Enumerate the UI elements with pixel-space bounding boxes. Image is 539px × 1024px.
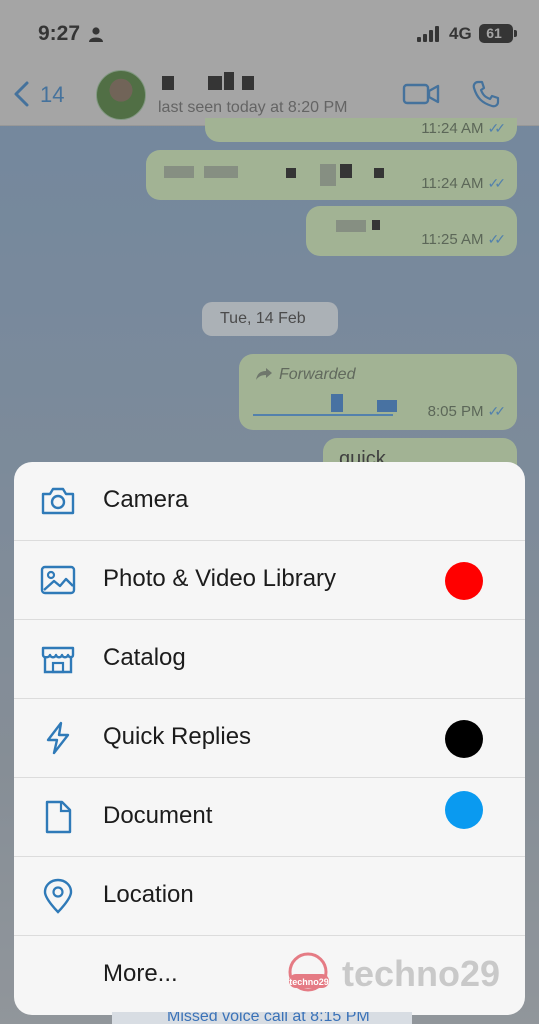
- menu-item-document[interactable]: Document: [14, 778, 525, 857]
- annotation-dot: [445, 562, 483, 600]
- missed-call-notice: Missed voice call at 8:15 PM: [112, 1012, 412, 1024]
- catalog-store-icon: [41, 646, 75, 674]
- watermark-logo: techno29: [288, 952, 329, 992]
- menu-item-catalog[interactable]: Catalog: [14, 620, 525, 699]
- menu-item-camera[interactable]: Camera: [14, 462, 525, 541]
- attachment-menu-sheet: Camera Photo & Video Library Catalog Qui…: [14, 462, 525, 1015]
- annotation-dot: [445, 791, 483, 829]
- watermark-text: techno29: [342, 953, 501, 994]
- svg-text:techno29: techno29: [289, 977, 329, 987]
- menu-item-photo-video-library[interactable]: Photo & Video Library: [14, 541, 525, 620]
- menu-item-label: Photo & Video Library: [103, 565, 337, 592]
- document-icon: [45, 800, 72, 834]
- menu-item-label: Catalog: [103, 644, 186, 671]
- location-pin-icon: [43, 878, 73, 914]
- camera-icon: [41, 487, 75, 515]
- menu-item-quick-replies[interactable]: Quick Replies: [14, 699, 525, 778]
- watermark: techno29 techno29: [282, 950, 512, 1000]
- annotation-dot: [445, 720, 483, 758]
- photo-library-icon: [40, 565, 76, 595]
- menu-item-label: Camera: [103, 486, 189, 513]
- menu-item-label: More...: [103, 960, 178, 987]
- menu-item-label: Quick Replies: [103, 723, 252, 750]
- menu-item-label: Document: [103, 802, 213, 829]
- menu-item-location[interactable]: Location: [14, 857, 525, 936]
- menu-item-label: Location: [103, 881, 194, 908]
- lightning-icon: [46, 721, 70, 755]
